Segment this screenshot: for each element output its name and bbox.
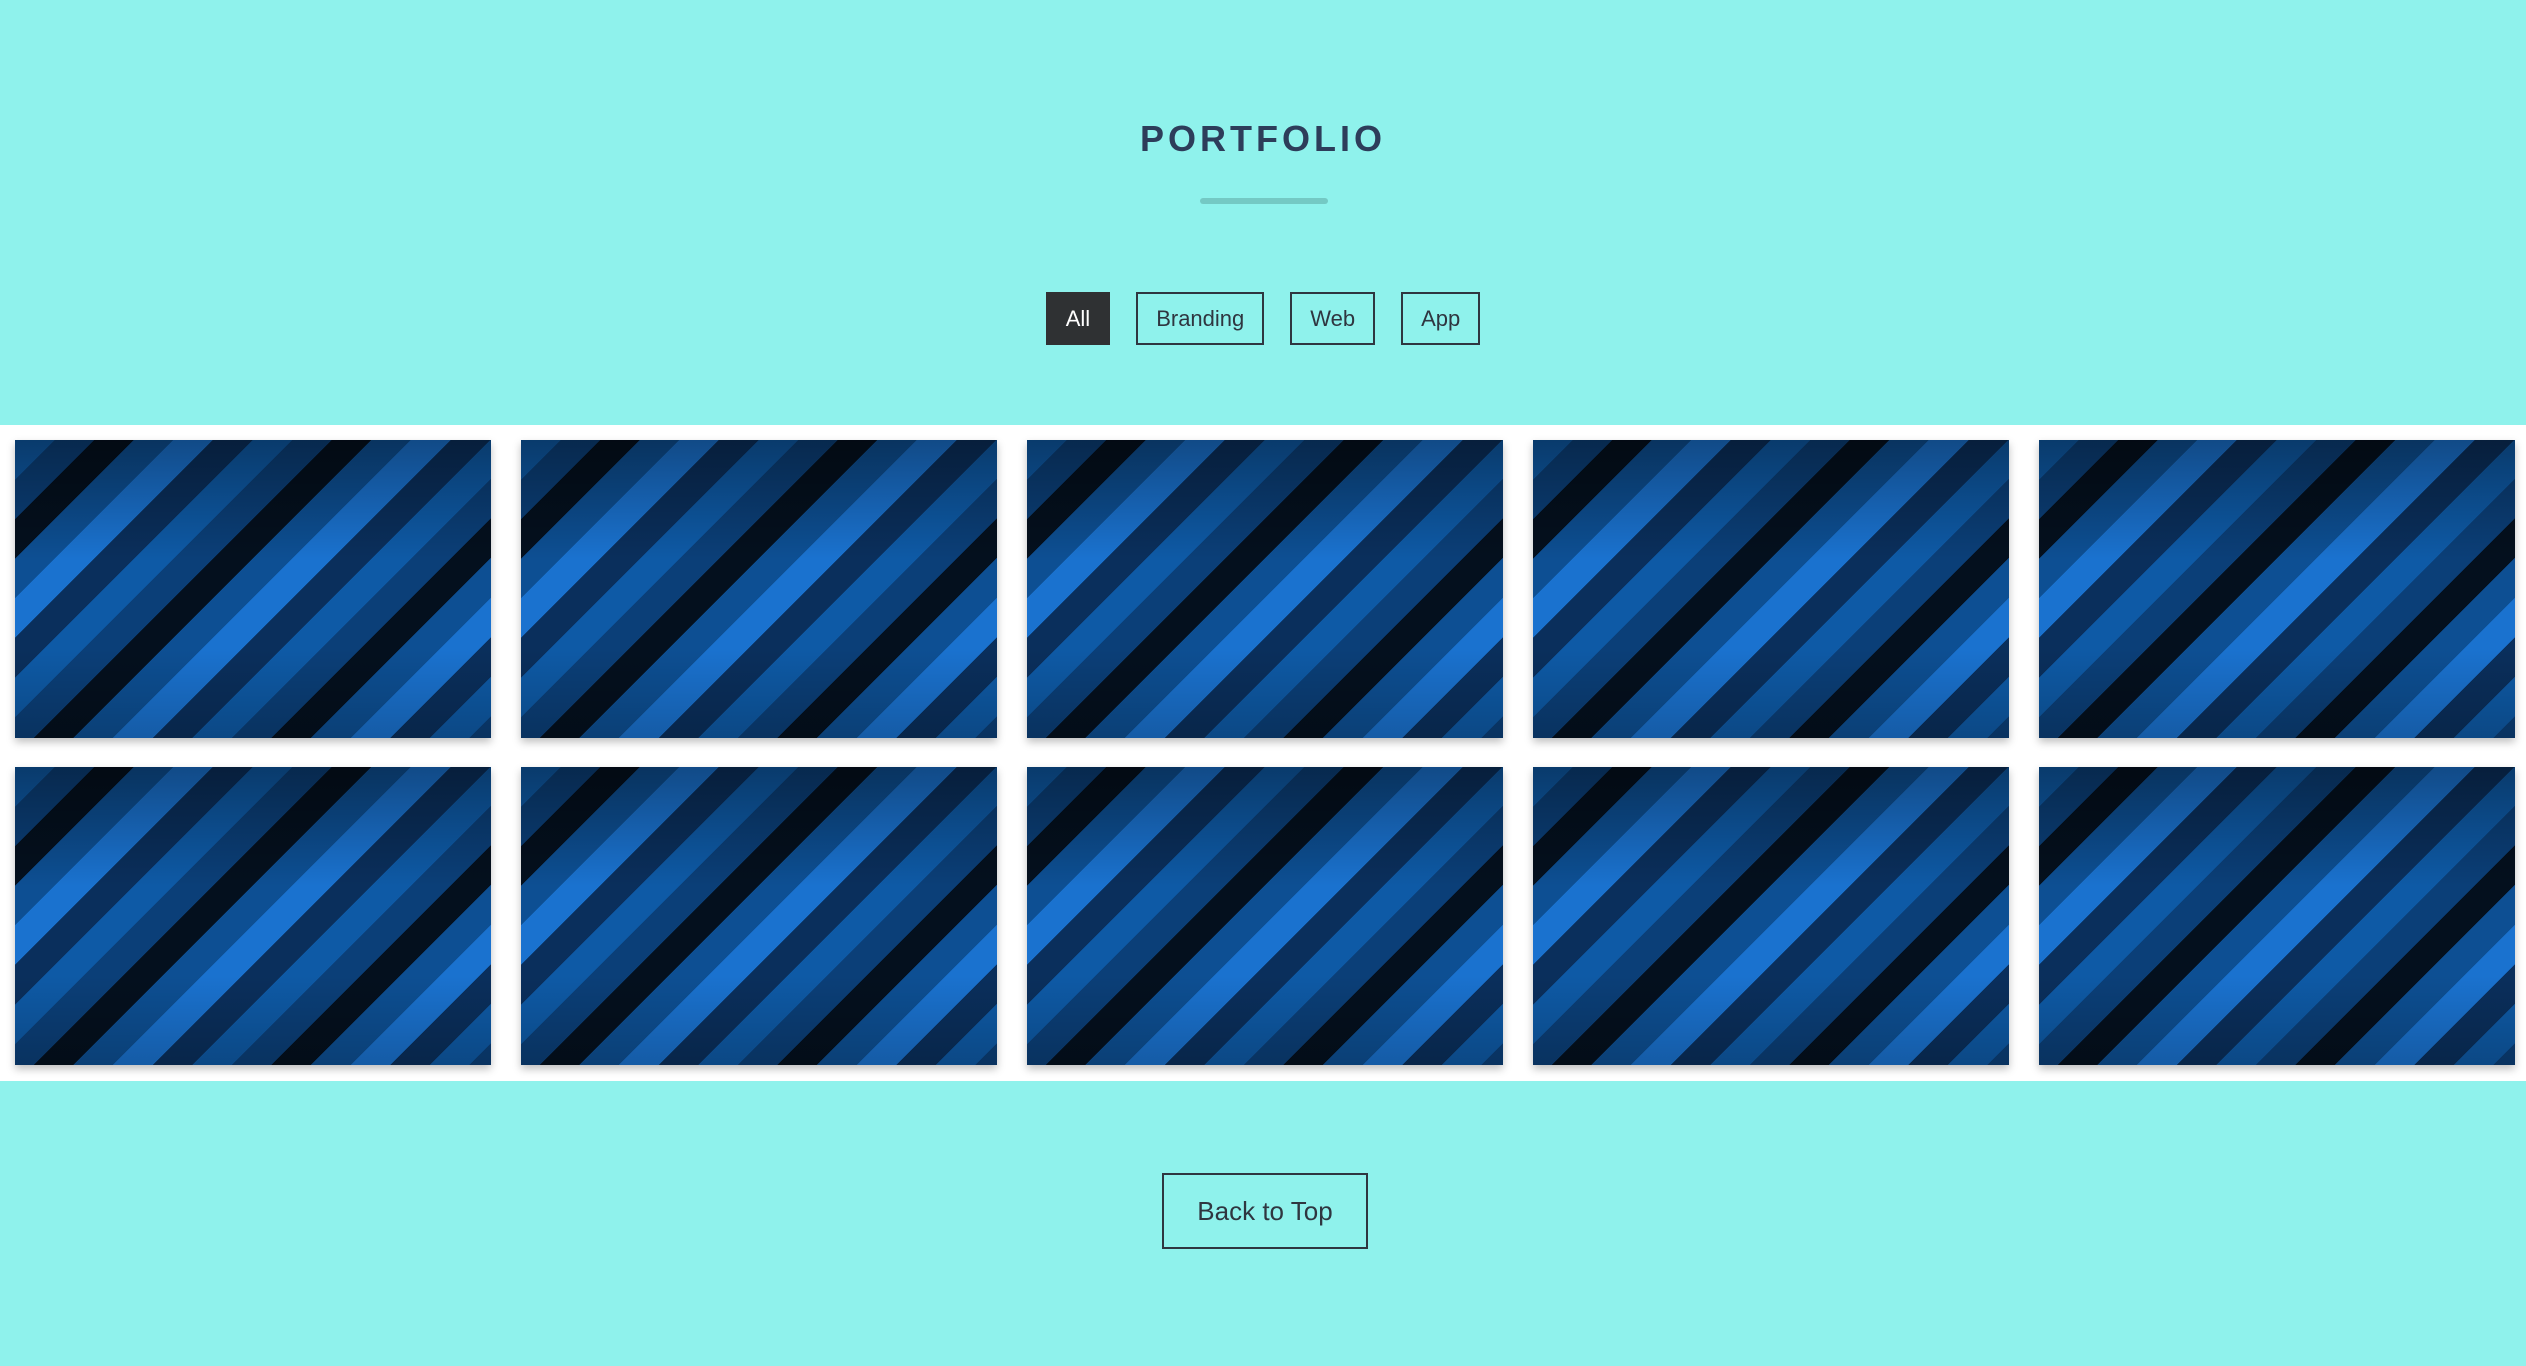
portfolio-item[interactable] [1533,440,2009,738]
back-to-top-button[interactable]: Back to Top [1162,1173,1368,1249]
gallery-grid [15,440,2515,1065]
portfolio-item[interactable] [521,767,997,1065]
portfolio-item[interactable] [1027,440,1503,738]
page-title: PORTFOLIO [1140,118,1386,159]
portfolio-item[interactable] [521,440,997,738]
portfolio-header: PORTFOLIO All Branding Web App [0,0,2526,425]
filter-bar: All Branding Web App [0,292,2526,345]
portfolio-gallery [0,425,2526,1081]
portfolio-item[interactable] [15,767,491,1065]
portfolio-item[interactable] [15,440,491,738]
portfolio-item[interactable] [2039,767,2515,1065]
portfolio-item[interactable] [2039,440,2515,738]
filter-branding-button[interactable]: Branding [1136,292,1265,345]
portfolio-item[interactable] [1533,767,2009,1065]
footer: Back to Top [0,1081,2526,1366]
title-divider [1200,198,1328,204]
filter-all-button[interactable]: All [1045,292,1111,345]
filter-web-button[interactable]: Web [1290,292,1376,345]
portfolio-item[interactable] [1027,767,1503,1065]
filter-app-button[interactable]: App [1401,292,1481,345]
